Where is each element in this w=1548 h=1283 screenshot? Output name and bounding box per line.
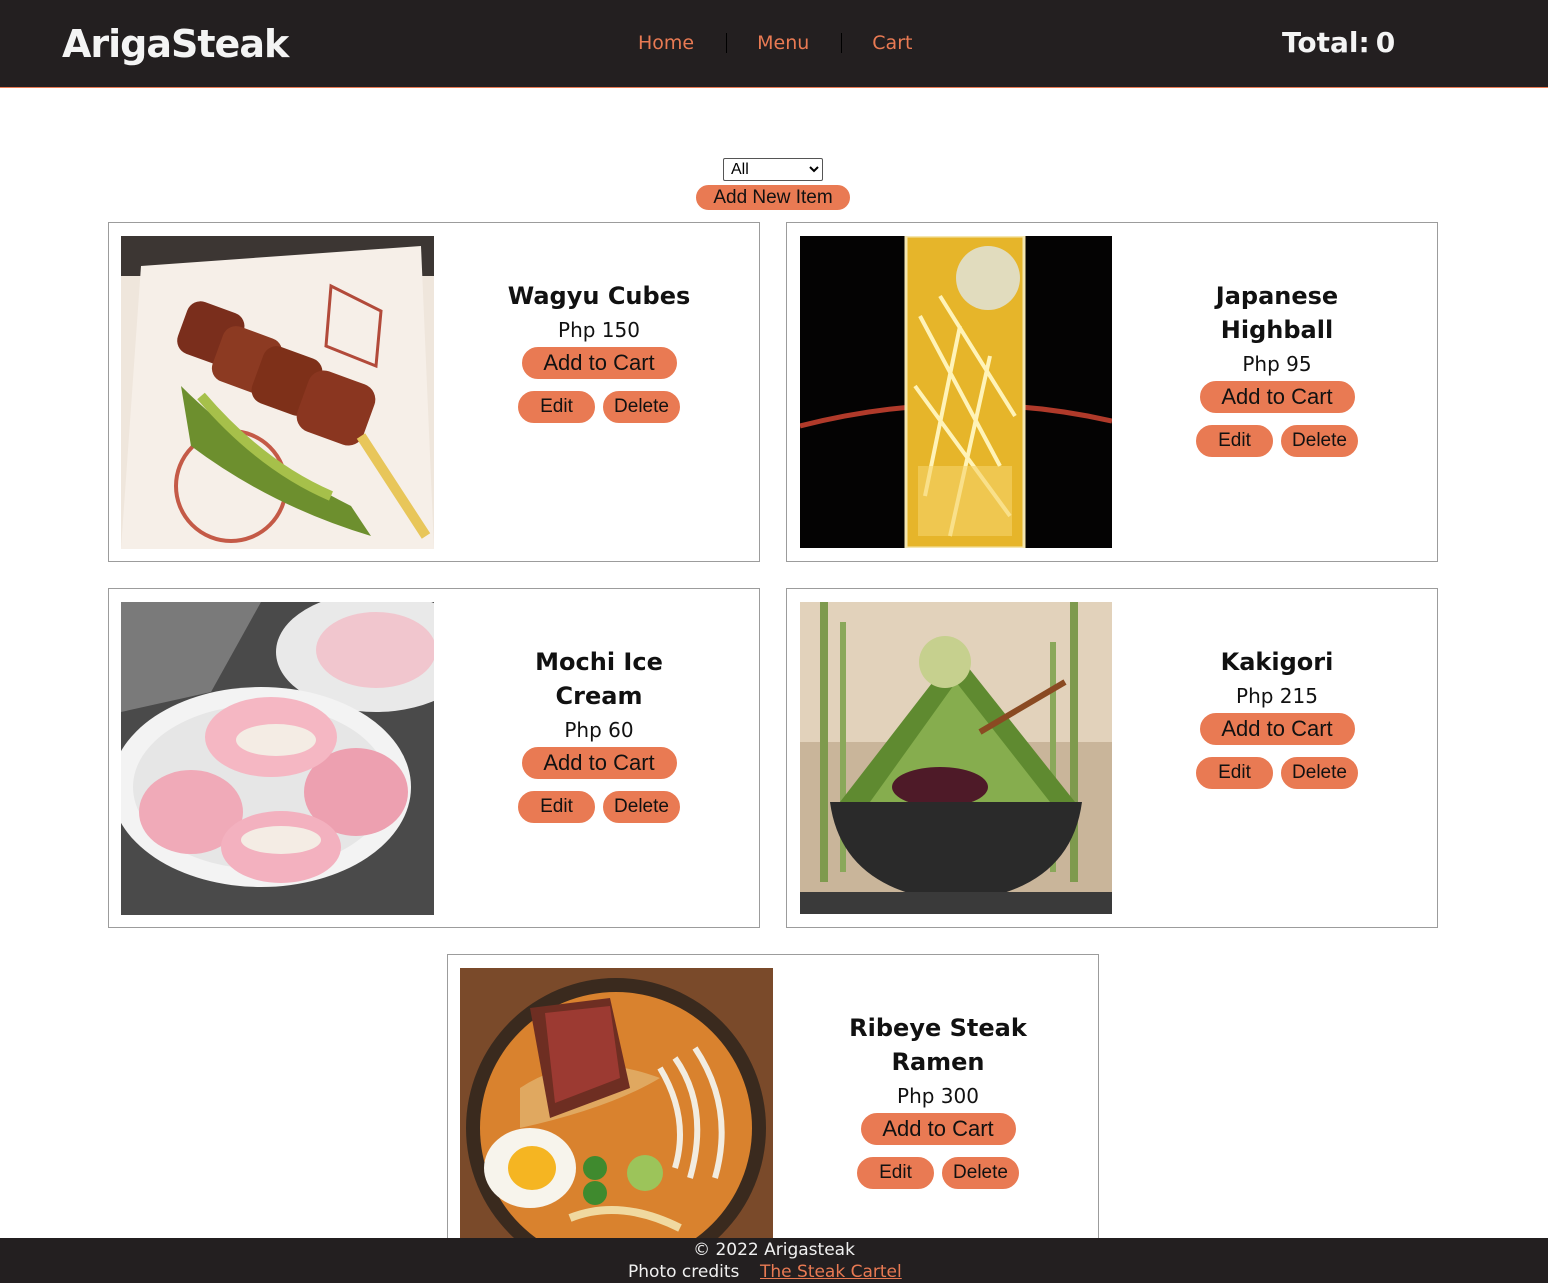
delete-item-button[interactable]: Delete xyxy=(603,391,680,423)
menu-item-card: Ribeye Steak Ramen Php 300 Add to Cart E… xyxy=(447,954,1099,1254)
main-nav: Home Menu Cart xyxy=(638,32,912,54)
nav-separator xyxy=(841,33,843,53)
item-actions: Edit Delete xyxy=(828,1157,1048,1189)
item-name: Wagyu Cubes xyxy=(507,282,691,310)
delete-item-button[interactable]: Delete xyxy=(942,1157,1019,1189)
item-info: Kakigori Php 215 Add to Cart Edit Delete xyxy=(1167,645,1387,789)
mochi-ice-cream-photo xyxy=(121,602,434,915)
add-new-item-button[interactable]: Add New Item xyxy=(696,185,850,210)
delete-item-button[interactable]: Delete xyxy=(603,791,680,823)
item-name: Japanese Highball xyxy=(1215,282,1339,344)
menu-item-card: Mochi Ice Cream Php 60 Add to Cart Edit … xyxy=(108,588,760,928)
add-to-cart-button[interactable]: Add to Cart xyxy=(521,747,677,779)
add-to-cart-button[interactable]: Add to Cart xyxy=(521,347,677,379)
item-price: Php 300 xyxy=(897,1084,979,1108)
item-actions: Edit Delete xyxy=(1167,757,1387,789)
page-footer: © 2022 Arigasteak Photo credits The Stea… xyxy=(0,1238,1548,1283)
footer-copyright: © 2022 Arigasteak xyxy=(693,1240,855,1260)
cart-total-value: 0 xyxy=(1375,26,1396,59)
nav-menu-link[interactable]: Menu xyxy=(757,32,809,54)
edit-item-button[interactable]: Edit xyxy=(518,391,595,423)
nav-home-link[interactable]: Home xyxy=(638,32,694,54)
edit-item-button[interactable]: Edit xyxy=(1196,757,1273,789)
edit-item-button[interactable]: Edit xyxy=(857,1157,934,1189)
nav-separator xyxy=(726,33,728,53)
top-navbar: ArigaSteak Home Menu Cart Total: 0 xyxy=(0,0,1548,88)
cart-total: Total: 0 xyxy=(1282,26,1395,59)
item-info: Ribeye Steak Ramen Php 300 Add to Cart E… xyxy=(828,1011,1048,1189)
item-price: Php 215 xyxy=(1236,684,1318,708)
wagyu-cubes-photo xyxy=(121,236,434,549)
nav-cart-link[interactable]: Cart xyxy=(872,32,912,54)
add-to-cart-button[interactable]: Add to Cart xyxy=(860,1113,1016,1145)
item-actions: Edit Delete xyxy=(489,391,709,423)
kakigori-photo xyxy=(800,602,1112,914)
item-info: Japanese Highball Php 95 Add to Cart Edi… xyxy=(1167,279,1387,457)
footer-credits-link[interactable]: The Steak Cartel xyxy=(760,1262,902,1282)
add-to-cart-button[interactable]: Add to Cart xyxy=(1199,381,1355,413)
japanese-highball-photo xyxy=(800,236,1112,548)
item-name: Mochi Ice Cream xyxy=(535,648,663,710)
delete-item-button[interactable]: Delete xyxy=(1281,757,1358,789)
menu-item-card: Kakigori Php 215 Add to Cart Edit Delete xyxy=(786,588,1438,928)
footer-credits-label: Photo credits xyxy=(628,1262,740,1282)
brand-logo[interactable]: ArigaSteak xyxy=(62,22,289,66)
menu-item-card: Wagyu Cubes Php 150 Add to Cart Edit Del… xyxy=(108,222,760,562)
add-to-cart-button[interactable]: Add to Cart xyxy=(1199,713,1355,745)
ribeye-steak-ramen-photo xyxy=(460,968,773,1239)
item-price: Php 60 xyxy=(564,718,634,742)
item-price: Php 150 xyxy=(558,318,640,342)
item-actions: Edit Delete xyxy=(1167,425,1387,457)
edit-item-button[interactable]: Edit xyxy=(1196,425,1273,457)
edit-item-button[interactable]: Edit xyxy=(518,791,595,823)
item-info: Wagyu Cubes Php 150 Add to Cart Edit Del… xyxy=(489,279,709,423)
item-name: Kakigori xyxy=(1220,648,1334,676)
delete-item-button[interactable]: Delete xyxy=(1281,425,1358,457)
category-filter-select[interactable]: All xyxy=(723,158,823,181)
item-name: Ribeye Steak Ramen xyxy=(849,1014,1027,1076)
cart-total-label: Total: xyxy=(1282,26,1370,59)
item-info: Mochi Ice Cream Php 60 Add to Cart Edit … xyxy=(489,645,709,823)
item-price: Php 95 xyxy=(1242,352,1312,376)
item-actions: Edit Delete xyxy=(489,791,709,823)
menu-item-card: Japanese Highball Php 95 Add to Cart Edi… xyxy=(786,222,1438,562)
